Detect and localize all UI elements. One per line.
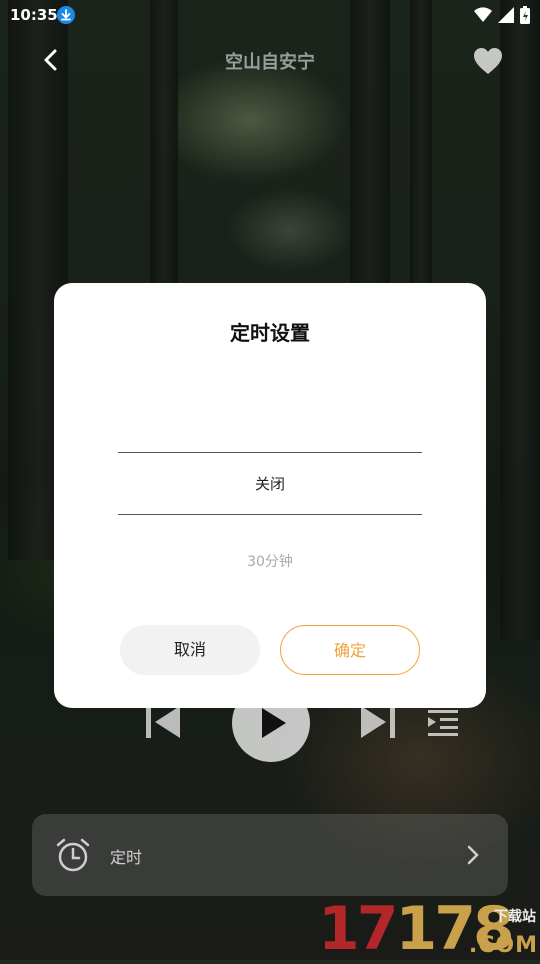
system-icons [474,6,530,24]
picker-option-selected[interactable]: 关闭 [54,473,486,494]
page-title: 空山自安宁 [225,52,315,73]
favorite-button[interactable] [472,46,504,76]
battery-icon [520,6,530,24]
heart-icon [474,48,502,74]
wifi-icon [474,7,492,23]
picker-option[interactable]: 30分钟 [54,551,486,571]
timer-dialog: 定时设置 关闭 30分钟 取消 确定 [54,283,486,708]
cancel-button[interactable]: 取消 [120,625,260,675]
timer-row[interactable]: 定时 [32,814,508,896]
chevron-right-icon [464,844,482,866]
status-time: 10:35 [10,6,58,24]
download-icon [57,6,75,24]
next-button[interactable] [360,704,396,744]
picker-divider-bottom [118,514,422,515]
playlist-button[interactable] [428,708,458,740]
timer-label: 定时 [110,848,143,867]
previous-button[interactable] [145,704,181,744]
watermark-logo: 17178 下载站 .COM [318,898,540,960]
chevron-left-icon [44,49,57,71]
skip-next-icon [361,706,395,738]
watermark-site: 下载站 [494,909,536,925]
playlist-icon [428,710,458,736]
dialog-title: 定时设置 [230,321,310,345]
status-bar: 10:35 [0,0,540,32]
back-button[interactable] [38,46,66,74]
alarm-clock-icon [54,836,92,874]
confirm-button[interactable]: 确定 [280,625,420,675]
skip-previous-icon [146,706,180,738]
picker-divider-top [118,452,422,453]
signal-icon [498,7,514,23]
watermark-domain: .COM [468,933,538,958]
